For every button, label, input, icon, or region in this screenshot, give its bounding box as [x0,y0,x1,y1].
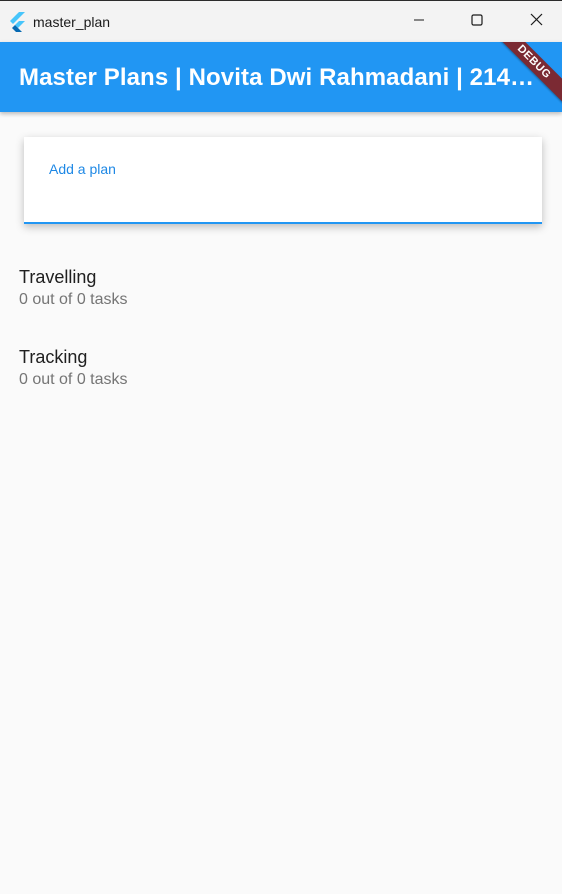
minimize-icon [413,13,425,31]
app-bar: Master Plans | Novita Dwi Rahmadani | 21… [0,42,562,112]
flutter-icon [9,12,27,32]
plan-title: Tracking [19,347,88,367]
add-plan-label: Add a plan [49,161,116,177]
list-item[interactable]: Tracking 0 out of 0 tasks [19,347,128,389]
plan-subtitle: 0 out of 0 tasks [19,371,128,388]
close-button[interactable] [507,1,562,42]
app-window: master_plan Master Plans | Novita Dwi Ra… [0,0,562,894]
window-title: master_plan [33,14,111,30]
plan-title: Travelling [19,267,97,287]
close-icon [530,13,543,31]
minimize-button[interactable] [390,1,448,42]
maximize-icon [471,13,483,31]
page-title: Master Plans | Novita Dwi Rahmadani | 21… [19,64,539,91]
plan-subtitle: 0 out of 0 tasks [19,291,128,308]
list-item[interactable]: Travelling 0 out of 0 tasks [19,267,128,309]
maximize-button[interactable] [448,1,506,42]
add-plan-field[interactable]: Add a plan [24,137,542,224]
title-bar[interactable]: master_plan [0,1,562,42]
